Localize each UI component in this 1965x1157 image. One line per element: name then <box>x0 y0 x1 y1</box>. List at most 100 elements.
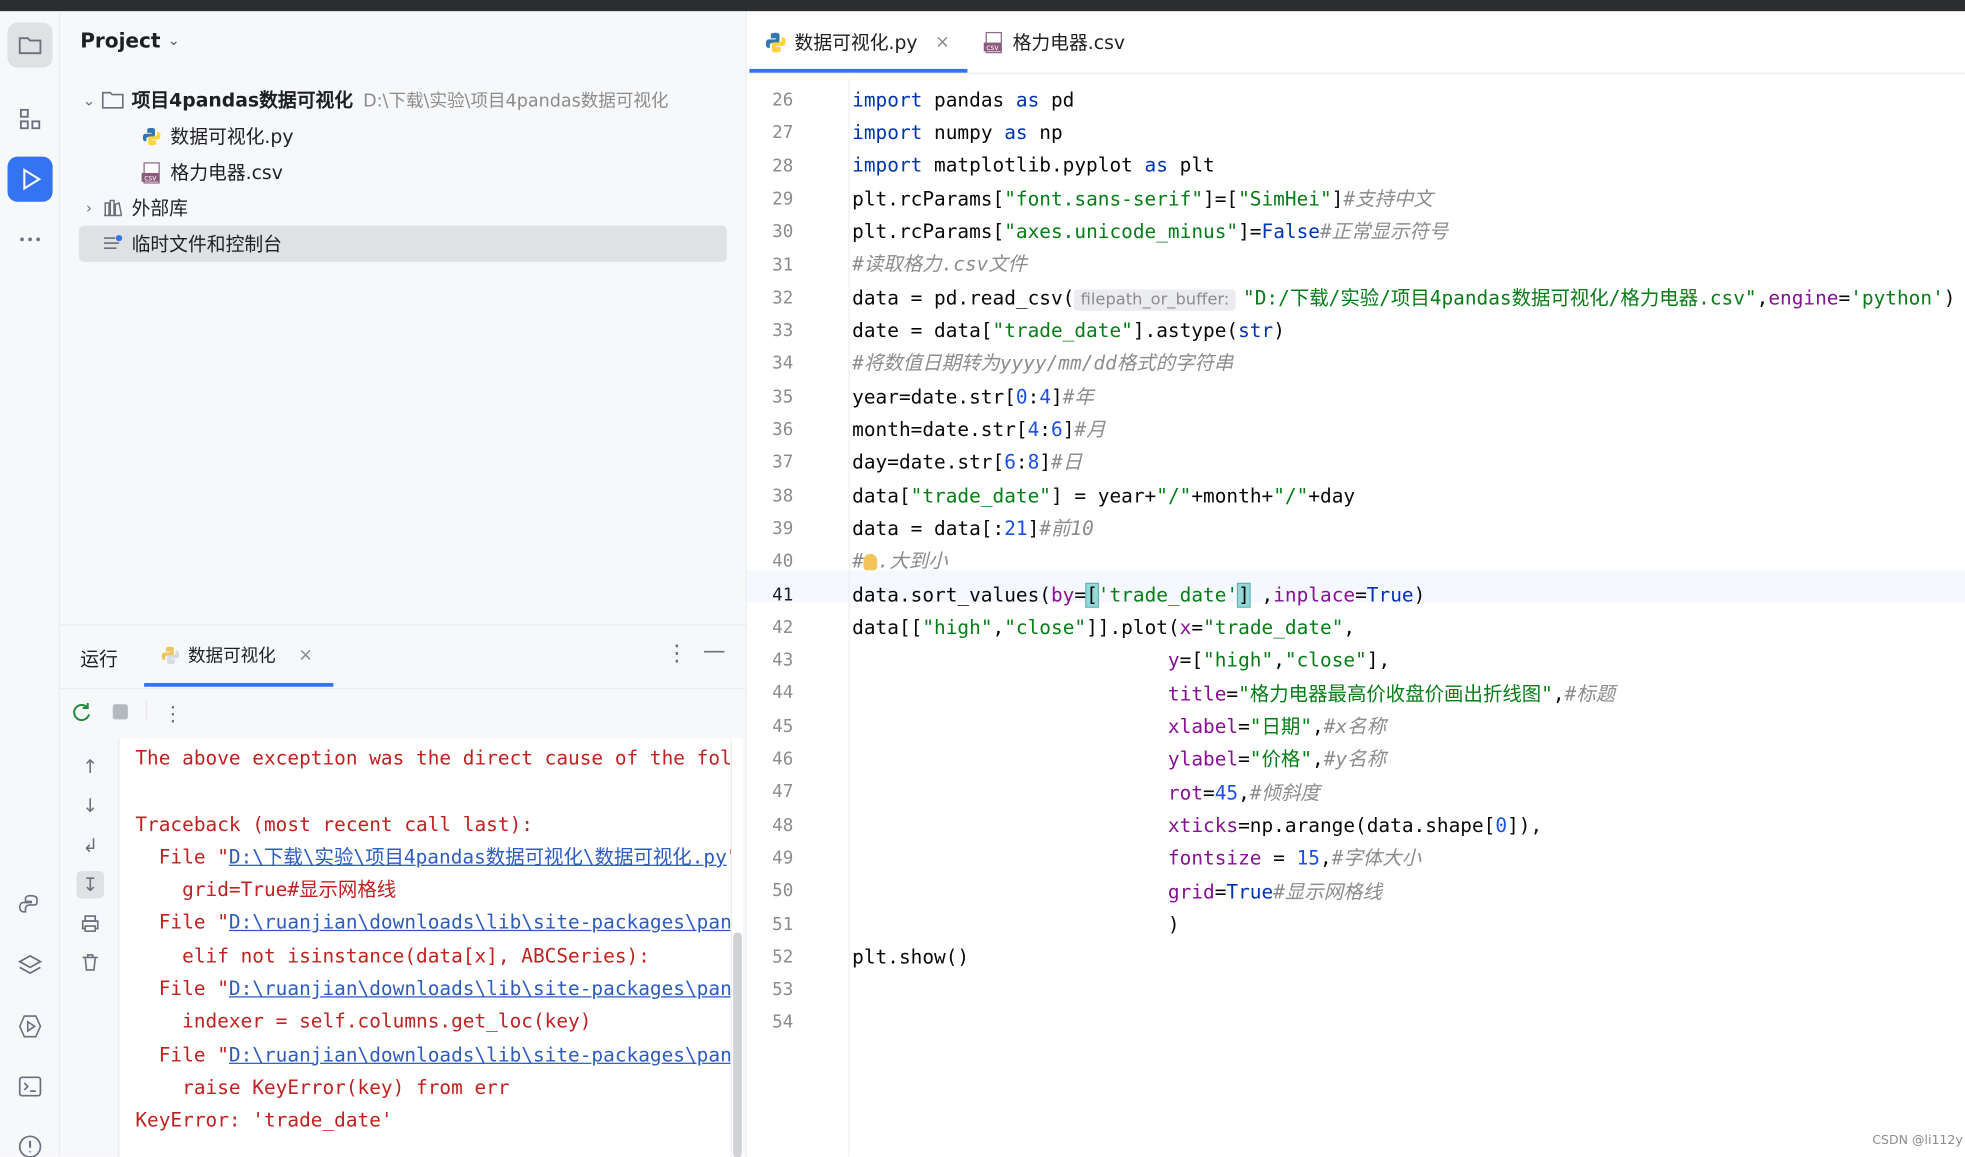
tree-file-py[interactable]: 数据可视化.py <box>138 118 727 154</box>
line-number: 50 <box>772 881 794 902</box>
line-number: 32 <box>772 287 794 309</box>
file-link[interactable]: D:\ruanjian\downloads\lib\site-packages\… <box>229 912 731 935</box>
code-line: data = data[:21]#前10 <box>852 517 1094 541</box>
editor-tab-py[interactable]: 数据可视化.py × <box>764 29 950 55</box>
parameter-hint: filepath_or_buffer: <box>1074 289 1236 311</box>
tree-root-folder[interactable]: ⌄ 项目4pandas数据可视化 D:\下载\实验\项目4pandas数据可视化 <box>79 81 727 117</box>
more-vertical-icon[interactable]: ⋮ <box>665 640 688 666</box>
line-number: 41 <box>772 584 794 605</box>
title-bar <box>0 0 1965 12</box>
scroll-to-end-icon[interactable]: ↧ <box>76 870 105 899</box>
run-tab[interactable]: 数据可视化 × <box>160 643 313 668</box>
line-number: 26 <box>772 90 794 111</box>
services-icon <box>18 1015 42 1038</box>
rerun-icon[interactable] <box>70 702 93 730</box>
minimize-icon[interactable]: — <box>703 638 726 664</box>
services-tool-button[interactable] <box>8 1004 53 1049</box>
csv-file-icon: csv <box>983 31 1002 53</box>
code-line: import pandas as pd <box>852 88 1075 112</box>
code-line: y=["high","close"], <box>1167 649 1391 672</box>
chevron-down-icon: ⌄ <box>82 90 96 109</box>
code-line: # .大到小 <box>852 550 948 573</box>
arrow-down-icon[interactable]: ↓ <box>76 792 104 820</box>
line-number: 28 <box>772 156 794 177</box>
code-line: month=date.str[4:6]#月 <box>852 418 1106 442</box>
file-link[interactable]: D:\ruanjian\downloads\lib\site-packages\… <box>229 1043 731 1066</box>
close-icon[interactable]: × <box>935 32 950 52</box>
console-output[interactable]: The above exception was the direct cause… <box>120 738 731 1157</box>
console-line: File "D:\ruanjian\downloads\lib\site-pac… <box>135 1043 731 1067</box>
more-vertical-icon[interactable]: ⋮ <box>163 702 183 726</box>
more-icon <box>20 237 40 242</box>
scrollbar-thumb[interactable] <box>733 932 742 1157</box>
python-file-icon <box>161 646 180 665</box>
library-icon <box>99 196 127 219</box>
line-number: 42 <box>772 617 794 638</box>
tree-scratches[interactable]: 临时文件和控制台 <box>78 225 727 262</box>
code-line: grid=True#显示网格线 <box>1167 880 1383 904</box>
code-line: #读取格力.csv文件 <box>852 253 1028 276</box>
console-line: File "D:\下载\实验\项目4pandas数据可视化\数据可视化.py", <box>135 845 731 869</box>
problems-icon <box>18 1135 42 1157</box>
arrow-up-icon[interactable]: ↑ <box>76 753 104 781</box>
soft-wrap-icon[interactable]: ↲ <box>76 832 104 860</box>
code-editor: 数据可视化.py × csv 格力电器.csv 26 27 28 29 30 31 32 33… <box>746 11 1965 1157</box>
code-line: title="格力电器最高价收盘价画出折线图",#标题 <box>1167 682 1616 706</box>
code-area[interactable]: import pandas as pd import numpy as np i… <box>852 79 1965 1157</box>
code-line: ylabel="价格",#y名称 <box>1167 748 1387 771</box>
structure-tool-button[interactable] <box>8 96 53 141</box>
project-title[interactable]: Project ⌄ <box>80 29 179 53</box>
tree-external-libs[interactable]: › 外部库 <box>79 189 727 225</box>
problems-tool-button[interactable] <box>8 1124 53 1157</box>
line-number: 51 <box>772 914 794 935</box>
tree-external-libs-label: 外部库 <box>131 196 188 220</box>
print-icon[interactable] <box>76 910 104 938</box>
line-number: 35 <box>772 386 794 407</box>
editor-tab-csv[interactable]: csv 格力电器.csv <box>982 29 1125 55</box>
python-console-button[interactable] <box>8 883 53 928</box>
svg-text:csv: csv <box>986 43 999 52</box>
line-number: 30 <box>772 222 794 243</box>
code-line: rot=45,#倾斜度 <box>1167 781 1320 805</box>
trash-icon[interactable] <box>76 949 104 977</box>
console-line: indexer = self.columns.get_loc(key) <box>135 1010 592 1034</box>
console-line: grid=True#显示网格线 <box>135 878 397 902</box>
console-line: KeyError: 'trade_date' <box>135 1109 393 1132</box>
file-link[interactable]: D:\下载\实验\项目4pandas数据可视化\数据可视化.py <box>229 846 727 869</box>
python-file-icon <box>138 125 166 148</box>
ide-window: Project ⌄ ⌄ 项目4pandas数据可视化 D:\下载\实验\项目4p… <box>0 0 1965 1157</box>
python-console-icon <box>18 894 38 913</box>
console-line: elif not isinstance(data[x], ABCSeries): <box>135 944 650 968</box>
file-link[interactable]: D:\ruanjian\downloads\lib\site-packages\… <box>229 978 731 1001</box>
more-tools-button[interactable] <box>8 217 53 262</box>
line-number: 48 <box>772 815 794 836</box>
terminal-tool-button[interactable] <box>8 1064 53 1109</box>
line-number: 47 <box>772 782 794 803</box>
line-number: 36 <box>772 419 794 440</box>
layers-tool-button[interactable] <box>8 944 53 989</box>
folder-icon <box>99 88 127 111</box>
tool-window-sidebar <box>0 11 61 1157</box>
line-number: 52 <box>772 947 794 968</box>
code-line: xlabel="日期",#x名称 <box>1167 715 1387 739</box>
line-number: 53 <box>772 980 794 1001</box>
line-number: 38 <box>772 485 794 506</box>
close-icon[interactable]: × <box>298 645 313 665</box>
console-scrollbar[interactable] <box>730 738 744 1157</box>
line-number: 44 <box>772 683 794 704</box>
line-number: 33 <box>772 320 794 341</box>
tree-file-csv-label: 格力电器.csv <box>170 161 283 185</box>
run-panel-header: 运行 数据可视化 × ⋮ — <box>60 625 745 688</box>
editor-tab-bar: 数据可视化.py × csv 格力电器.csv <box>746 11 1965 74</box>
code-line: #将数值日期转为yyyy/mm/dd格式的字符串 <box>852 352 1234 375</box>
csv-file-icon: csv <box>138 161 166 184</box>
tree-file-csv[interactable]: csv 格力电器.csv <box>138 154 727 190</box>
project-tool-button[interactable] <box>7 22 53 68</box>
terminal-icon <box>18 1076 42 1097</box>
code-line: ) <box>852 913 1180 937</box>
lightbulb-icon[interactable] <box>863 553 878 571</box>
run-panel: 运行 数据可视化 × ⋮ — | ⋮ ↑ ↓ ↲ ↧ The above exc… <box>60 624 746 1157</box>
folder-icon <box>18 37 42 55</box>
run-tool-button[interactable] <box>7 156 53 202</box>
stop-icon[interactable] <box>110 702 130 727</box>
